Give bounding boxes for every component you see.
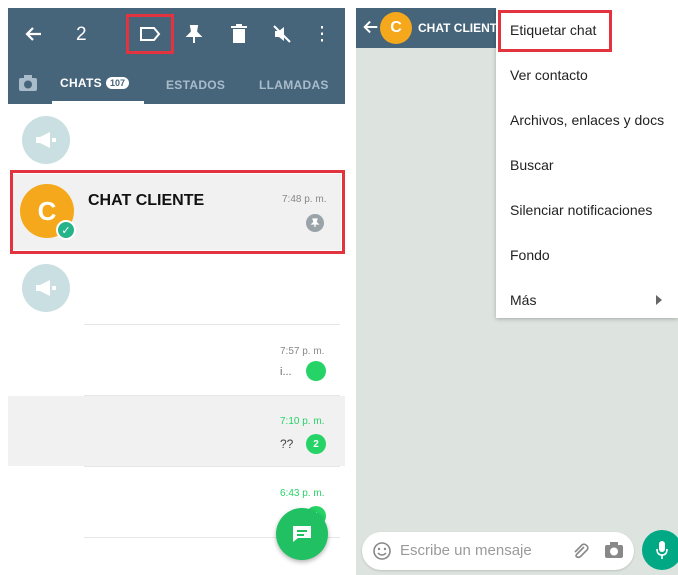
camera-icon[interactable] xyxy=(604,541,626,561)
menu-item-mas[interactable]: Más xyxy=(510,292,536,308)
chat-preview: ?? xyxy=(280,437,294,451)
selected-count: 2 xyxy=(76,24,87,45)
voice-message-button[interactable] xyxy=(642,530,678,570)
chat-time: 7:57 p. m. xyxy=(280,346,325,357)
overflow-menu: Etiquetar chat Ver contacto Archivos, en… xyxy=(496,8,678,318)
message-input-bar[interactable]: Escribe un mensaje xyxy=(362,532,634,570)
label-icon[interactable] xyxy=(138,22,162,46)
chat-list: C ✓ CHAT CLIENTE 7:48 p. m. 7:57 p. m. i… xyxy=(8,104,345,575)
menu-item-ver-contacto[interactable]: Ver contacto xyxy=(510,67,588,83)
menu-item-silenciar[interactable]: Silenciar notificaciones xyxy=(510,202,652,218)
tab-estados[interactable]: ESTADOS xyxy=(166,78,225,92)
chat-time: 6:43 p. m. xyxy=(280,488,325,499)
camera-icon[interactable] xyxy=(18,74,40,94)
tab-llamadas[interactable]: LLAMADAS xyxy=(259,78,329,92)
unread-chats-badge: 107 xyxy=(105,77,129,89)
menu-item-archivos[interactable]: Archivos, enlaces y docs xyxy=(510,112,664,128)
tab-chats-label: CHATS xyxy=(60,76,102,90)
microphone-icon xyxy=(656,541,668,559)
menu-item-etiquetar-chat[interactable]: Etiquetar chat xyxy=(510,22,596,38)
attachment-icon[interactable] xyxy=(570,541,590,561)
message-icon xyxy=(293,526,311,542)
menu-item-buscar[interactable]: Buscar xyxy=(510,157,554,173)
tab-chats[interactable]: CHATS 107 xyxy=(60,76,129,90)
back-arrow-icon[interactable] xyxy=(362,18,382,38)
chat-name: CHAT CLIENTE xyxy=(88,192,205,209)
selected-check-icon: ✓ xyxy=(56,220,76,240)
message-input[interactable]: Escribe un mensaje xyxy=(400,542,532,559)
chat-title[interactable]: CHAT CLIENTE xyxy=(418,21,505,35)
group-avatar[interactable] xyxy=(22,264,70,312)
tab-bar: CHATS 107 ESTADOS LLAMADAS xyxy=(8,68,345,104)
back-arrow-icon[interactable] xyxy=(22,22,46,46)
emoji-icon[interactable] xyxy=(372,541,392,561)
chat-time: 7:10 p. m. xyxy=(280,416,325,427)
menu-item-fondo[interactable]: Fondo xyxy=(510,247,550,263)
chat-time: 7:48 p. m. xyxy=(282,194,327,205)
submenu-arrow-icon xyxy=(656,295,662,305)
unread-dot xyxy=(306,361,326,381)
mute-icon[interactable] xyxy=(270,22,294,46)
unread-count-badge: 2 xyxy=(306,434,326,454)
contact-avatar[interactable]: C xyxy=(380,12,412,44)
group-avatar[interactable] xyxy=(22,116,70,164)
chat-list-panel: 2 ⋮ CHATS 107 ESTADOS LLAMADAS C ✓ CHAT … xyxy=(8,8,345,575)
chat-row[interactable] xyxy=(8,396,345,466)
chat-preview: i... xyxy=(280,366,292,378)
new-chat-button[interactable] xyxy=(276,508,328,560)
pinned-icon xyxy=(306,214,324,232)
more-options-icon[interactable]: ⋮ xyxy=(312,22,332,46)
trash-icon[interactable] xyxy=(227,22,251,46)
pin-icon[interactable] xyxy=(182,22,206,46)
chat-row[interactable] xyxy=(8,325,345,395)
selection-toolbar: 2 ⋮ CHATS 107 ESTADOS LLAMADAS xyxy=(8,8,345,104)
chat-view-panel: C CHAT CLIENTE Etiquetar chat Ver contac… xyxy=(356,8,678,575)
